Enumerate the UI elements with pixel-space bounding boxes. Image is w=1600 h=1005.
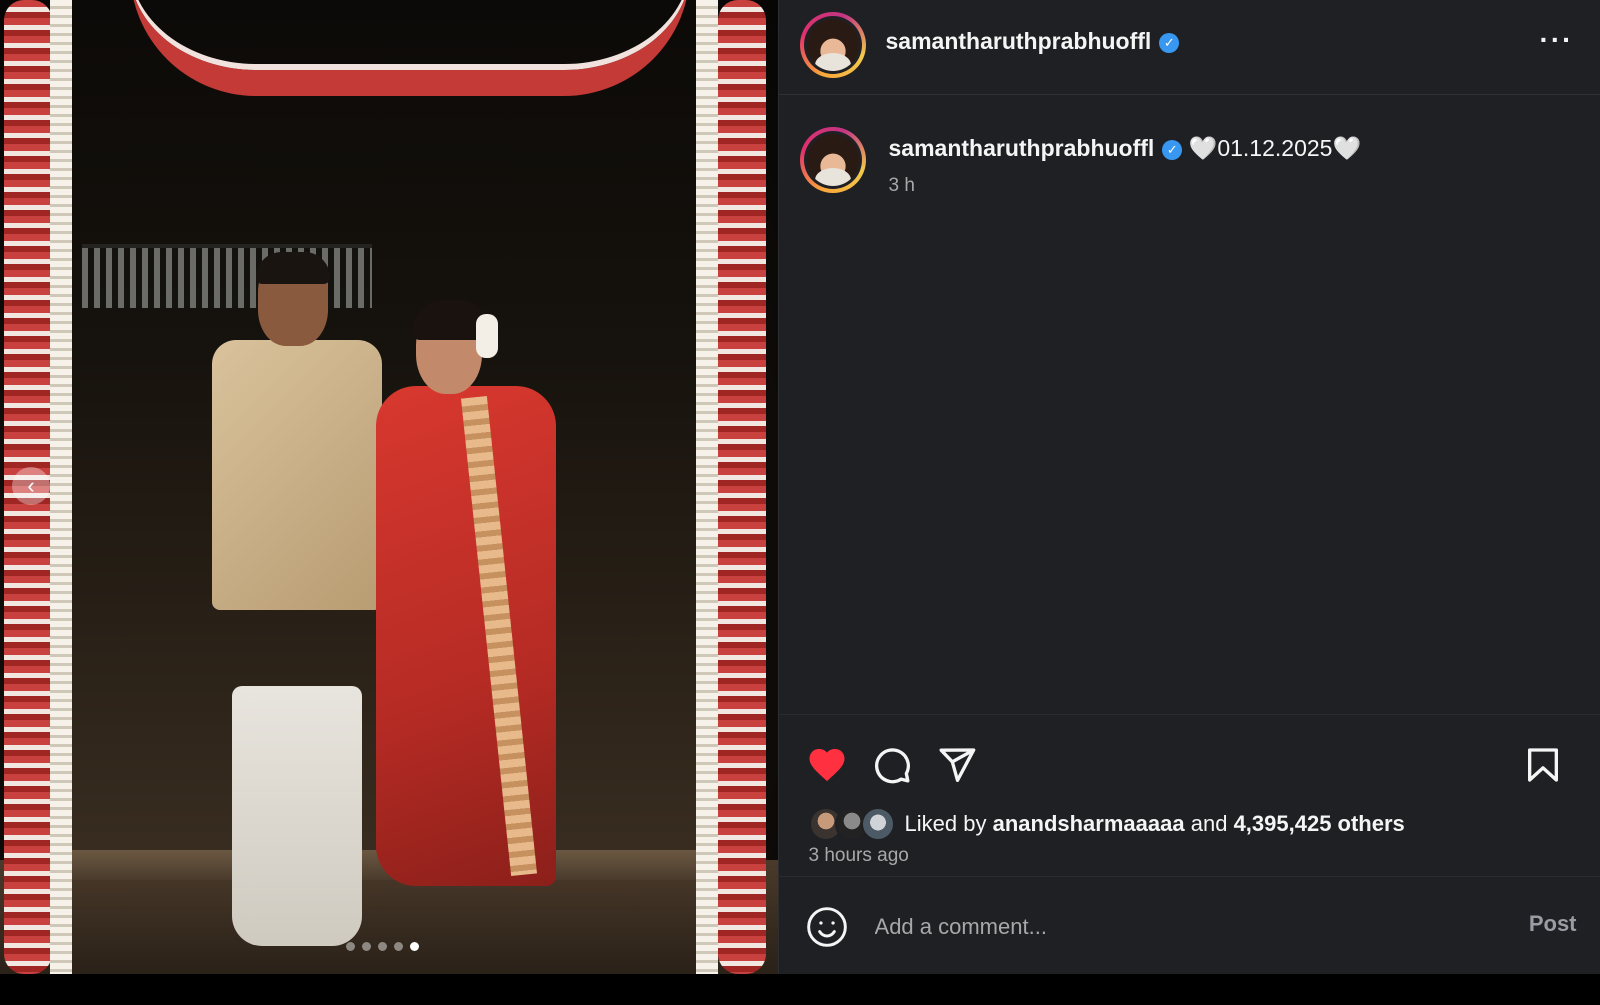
post-header: samantharuthprabhuoffl ✓ ··· <box>778 0 1600 95</box>
caption-body: 🤍01.12.2025🤍 <box>1188 135 1362 161</box>
likes-summary[interactable]: Liked by anandsharmaaaaa and 4,395,425 o… <box>808 807 1405 841</box>
emoji-button[interactable] <box>805 905 849 949</box>
comment-icon <box>874 748 910 784</box>
avatar-image <box>806 134 859 186</box>
carousel-dot <box>346 942 355 951</box>
carousel-prev-button[interactable]: ‹ <box>12 467 50 505</box>
likes-middle: and <box>1190 811 1228 836</box>
likes-prefix: Liked by <box>904 811 987 836</box>
caption: samantharuthprabhuoffl ✓ 🤍01.12.2025🤍 3 h <box>799 127 1580 207</box>
more-options-button[interactable]: ··· <box>1537 26 1577 60</box>
post-time-ago[interactable]: 3 hours ago <box>809 845 909 867</box>
photo-bride <box>376 300 556 906</box>
caption-text: samantharuthprabhuoffl ✓ 🤍01.12.2025🤍 <box>889 135 1362 162</box>
carousel-dot <box>378 942 387 951</box>
bookmark-icon <box>1527 748 1558 782</box>
photo-jasmine-left <box>50 0 72 974</box>
verified-badge-icon: ✓ <box>1159 32 1180 53</box>
post-comment-button[interactable]: Post <box>1529 911 1577 937</box>
liker-avatars <box>808 807 895 841</box>
header-username-link[interactable]: samantharuthprabhuoffl ✓ <box>886 28 1180 55</box>
comment-button[interactable] <box>870 743 914 787</box>
like-button[interactable] <box>805 743 849 787</box>
carousel-dot <box>394 942 403 951</box>
liker-avatar <box>860 807 895 841</box>
caption-avatar[interactable] <box>799 127 866 193</box>
post-media[interactable]: ‹ <box>0 0 778 974</box>
post-side-panel: samantharuthprabhuoffl ✓ ··· samantharuth… <box>777 0 1600 975</box>
instagram-post: ‹ samantharuthprabhuoffl ✓ ··· samantharu… <box>0 0 1600 974</box>
profile-avatar[interactable] <box>799 12 866 78</box>
photo-garland-right <box>718 0 766 974</box>
heart-icon <box>809 748 845 782</box>
carousel-dot <box>362 942 371 951</box>
carousel-indicator <box>346 942 419 951</box>
comment-composer: Post <box>778 876 1600 975</box>
caption-username[interactable]: samantharuthprabhuoffl <box>889 135 1155 161</box>
save-button[interactable] <box>1521 743 1565 787</box>
caption-timestamp[interactable]: 3 h <box>889 175 915 197</box>
chevron-left-icon: ‹ <box>27 473 35 498</box>
carousel-dot <box>410 942 419 951</box>
photo-jasmine-right <box>696 0 718 974</box>
emoji-icon <box>806 907 847 947</box>
comment-input[interactable] <box>872 907 1477 947</box>
avatar-image <box>806 19 859 71</box>
likes-count[interactable]: 4,395,425 others <box>1234 811 1405 837</box>
verified-badge-icon: ✓ <box>1162 139 1183 160</box>
share-icon <box>939 748 975 782</box>
share-button[interactable] <box>935 743 979 787</box>
photo-garland-top <box>130 0 690 96</box>
header-username[interactable]: samantharuthprabhuoffl <box>886 28 1152 54</box>
liked-by-user[interactable]: anandsharmaaaaa <box>993 811 1185 837</box>
